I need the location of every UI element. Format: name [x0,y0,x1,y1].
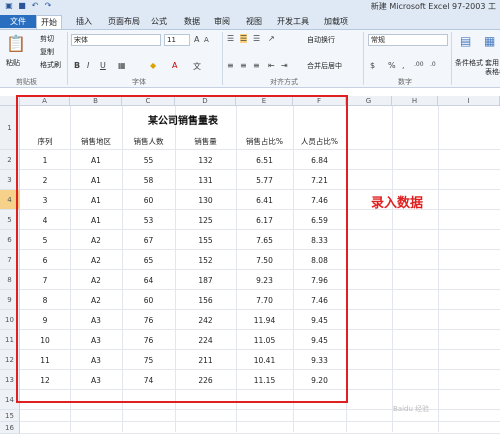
align-bottom-icon[interactable]: ☰ [253,34,260,43]
column-gridline [438,106,439,432]
save-icon[interactable]: ■ [17,1,27,11]
row-header[interactable]: 15 [0,410,20,422]
decrease-decimal-icon[interactable]: .0 [430,61,436,68]
tab-view[interactable]: 视图 [242,15,266,28]
annotation-text: 录入数据 [371,196,424,211]
align-left-icon[interactable]: ≡ [227,61,234,70]
tab-page-layout[interactable]: 页面布局 [104,15,144,28]
tab-home[interactable]: 开始 [36,15,62,29]
column-header[interactable]: I [438,96,500,106]
ribbon-tabs: 文件 开始 插入 页面布局 公式 数据 审阅 视图 开发工具 加载项 [0,14,500,30]
column-gridline [392,106,393,432]
row-header[interactable]: 16 [0,422,20,434]
window-title: 新建 Microsoft Excel 97-2003 工 [370,2,496,11]
align-right-icon[interactable]: ≡ [253,61,260,70]
format-table-button-line2[interactable]: 表格格 [485,67,500,77]
percent-icon[interactable]: % [388,61,396,70]
format-painter-button[interactable]: 格式刷 [40,60,61,70]
title-bar: ▣ ■ ↶ ↷ 新建 Microsoft Excel 97-2003 工 [0,0,500,15]
excel-icon: ▣ [5,1,13,10]
orientation-icon[interactable]: ↗ [268,34,275,43]
align-top-icon[interactable]: ☰ [227,34,234,43]
wrap-text-button[interactable]: 自动换行 [307,35,335,45]
tab-insert[interactable]: 插入 [72,15,96,28]
font-name-select[interactable]: 宋体 [71,34,161,46]
comma-icon[interactable]: , [402,61,405,70]
divider [67,32,68,85]
tab-developer[interactable]: 开发工具 [273,15,313,28]
ribbon: 📋 粘贴 剪切 复制 格式刷 剪贴板 宋体 11 A A B I U ▦ ◆ A… [0,30,500,88]
copy-button[interactable]: 复制 [40,47,54,57]
paste-icon[interactable]: 📋 [6,34,26,53]
tab-data[interactable]: 数据 [180,15,204,28]
format-table-icon[interactable]: ▦ [484,34,495,48]
italic-icon[interactable]: I [87,61,89,70]
quick-access-toolbar: ▣ ■ ↶ ↷ [4,1,53,11]
undo-icon[interactable]: ↶ [30,1,40,11]
grow-font-icon[interactable]: A [194,35,199,44]
tab-review[interactable]: 审阅 [210,15,234,28]
redo-icon[interactable]: ↷ [43,1,53,11]
clipboard-group-label: 剪贴板 [16,78,37,86]
conditional-format-button[interactable]: 条件格式 [455,58,483,68]
decrease-indent-icon[interactable]: ⇤ [268,61,275,70]
paste-button[interactable]: 粘贴 [6,58,20,68]
increase-indent-icon[interactable]: ⇥ [281,61,288,70]
column-header[interactable]: G [346,96,392,106]
number-format-select[interactable]: 常规 [368,34,448,46]
font-color-icon[interactable]: A [172,61,177,70]
column-header[interactable]: H [392,96,438,106]
fill-color-icon[interactable]: ◆ [150,61,156,70]
currency-icon[interactable]: $ [370,61,375,70]
underline-icon[interactable]: U [100,61,106,70]
align-center-icon[interactable]: ≡ [240,61,247,70]
tab-addins[interactable]: 加载项 [320,15,352,28]
alignment-group-label: 对齐方式 [270,78,298,86]
bold-icon[interactable]: B [74,61,80,70]
increase-decimal-icon[interactable]: .00 [414,61,424,68]
tab-formulas[interactable]: 公式 [147,15,171,28]
highlight-box [16,95,348,403]
font-group-label: 字体 [132,78,146,86]
border-icon[interactable]: ▦ [118,61,126,70]
conditional-format-icon[interactable]: ▤ [460,34,471,48]
divider [222,32,223,85]
watermark: Baidu 经验 [393,405,430,413]
cut-button[interactable]: 剪切 [40,34,54,44]
merge-center-button[interactable]: 合并后居中 [307,61,342,71]
number-group-label: 数字 [398,78,412,86]
row-gridline [20,421,500,422]
divider [451,32,452,85]
phonetic-icon[interactable]: 文 [193,61,201,72]
font-size-select[interactable]: 11 [164,34,190,46]
divider [363,32,364,85]
shrink-font-icon[interactable]: A [204,36,209,44]
tab-file[interactable]: 文件 [0,15,36,28]
align-middle-icon[interactable]: ☰ [240,34,248,43]
